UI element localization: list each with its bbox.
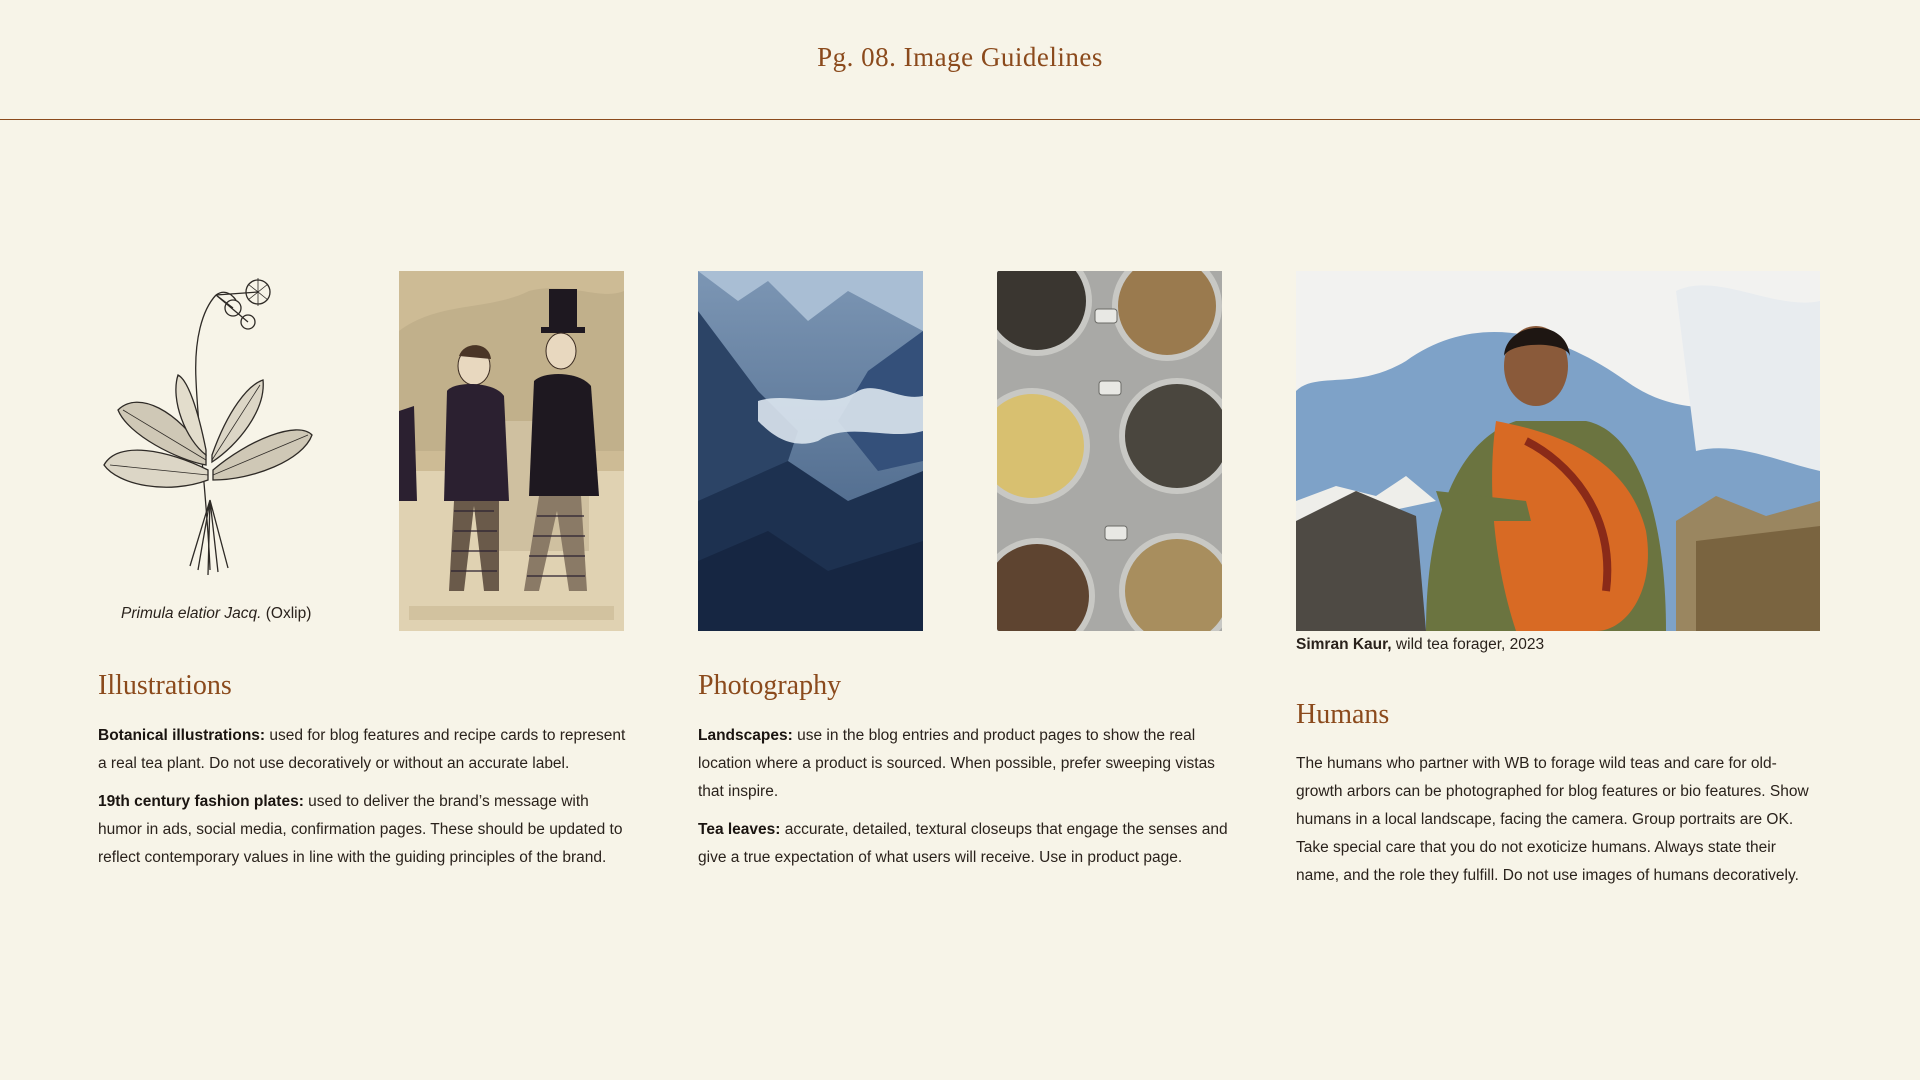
botanical-illustrations-paragraph: Botanical illustrations: used for blog f… (98, 722, 628, 778)
humans-heading: Humans (1296, 699, 1390, 730)
forager-role: wild tea forager, 2023 (1391, 636, 1545, 653)
botanical-illustrations-label: Botanical illustrations: (98, 727, 266, 744)
page-title: Pg. 08. Image Guidelines (817, 42, 1103, 72)
illustrations-heading: Illustrations (98, 670, 232, 701)
oxlip-caption-latin: Primula elatior Jacq. (121, 605, 262, 622)
humans-paragraph: The humans who partner with WB to forage… (1296, 755, 1809, 884)
landscapes-paragraph: Landscapes: use in the blog entries and … (698, 722, 1228, 806)
fashion-plates-paragraph: 19th century fashion plates: used to del… (98, 788, 628, 872)
forager-caption: Simran Kaur, wild tea forager, 2023 (1296, 636, 1544, 654)
tea-leaves-photo (997, 271, 1222, 631)
page-header: Pg. 08. Image Guidelines (0, 0, 1920, 120)
fashion-plates-label: 19th century fashion plates: (98, 793, 304, 810)
forager-portrait-photo (1296, 271, 1820, 631)
tea-leaves-paragraph: Tea leaves: accurate, detailed, textural… (698, 816, 1228, 872)
forager-name: Simran Kaur, (1296, 636, 1392, 653)
photography-heading: Photography (698, 670, 842, 701)
oxlip-caption-common: (Oxlip) (261, 605, 312, 622)
tea-leaves-label: Tea leaves: (698, 821, 781, 838)
oxlip-caption: Primula elatior Jacq. (Oxlip) (121, 605, 311, 623)
landscapes-label: Landscapes: (698, 727, 793, 744)
landscape-photo (698, 271, 923, 631)
oxlip-illustration (98, 270, 323, 590)
fashion-plate-image (399, 271, 624, 631)
